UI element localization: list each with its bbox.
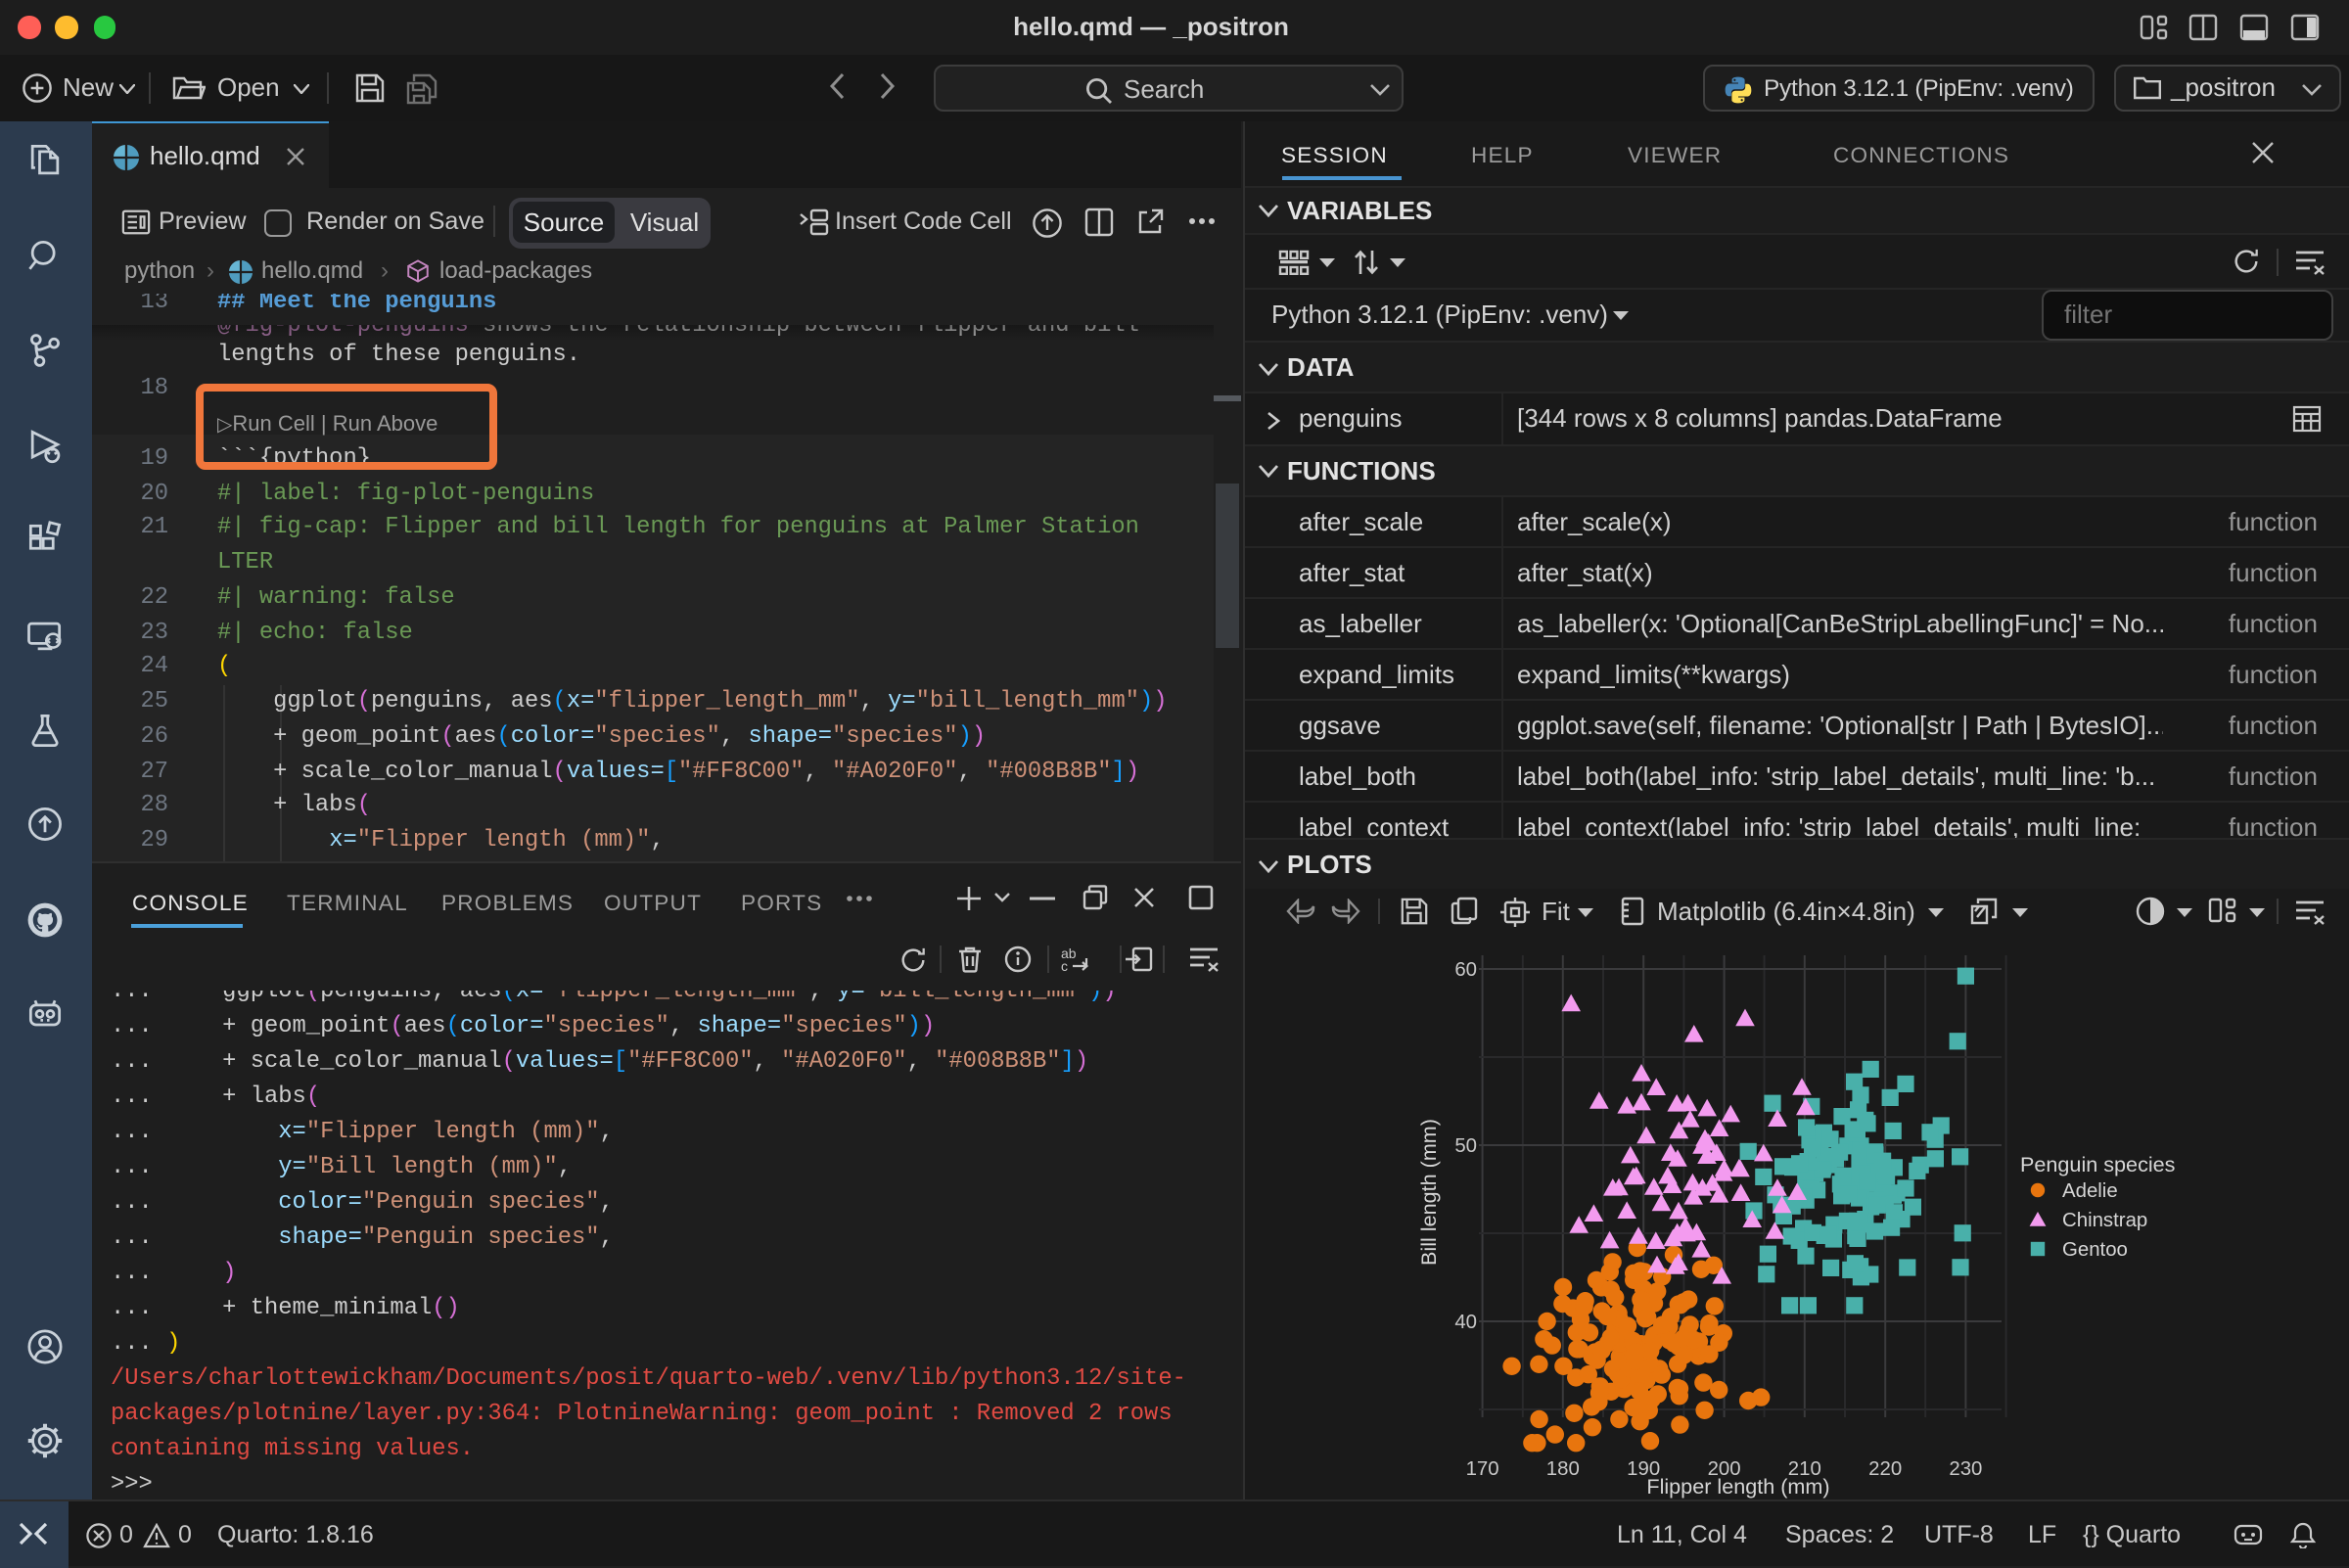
svg-text:170: 170 — [1465, 1458, 1498, 1480]
svg-text:220: 220 — [1867, 1458, 1901, 1480]
svg-text:Chinstrap: Chinstrap — [2061, 1210, 2146, 1231]
svg-text:Bill length (mm): Bill length (mm) — [1415, 1119, 1440, 1266]
svg-text:Gentoo: Gentoo — [2061, 1239, 2127, 1261]
svg-text:230: 230 — [1948, 1458, 1981, 1480]
svg-text:50: 50 — [1453, 1135, 1476, 1157]
svg-text:180: 180 — [1545, 1458, 1579, 1480]
svg-text:40: 40 — [1453, 1312, 1476, 1333]
svg-text:c: c — [1060, 958, 1067, 973]
svg-text:60: 60 — [1453, 959, 1476, 981]
svg-text:Adelie: Adelie — [2061, 1180, 2117, 1202]
svg-text:Flipper length (mm): Flipper length (mm) — [1645, 1474, 1828, 1499]
svg-text:Penguin species: Penguin species — [2019, 1152, 2175, 1176]
